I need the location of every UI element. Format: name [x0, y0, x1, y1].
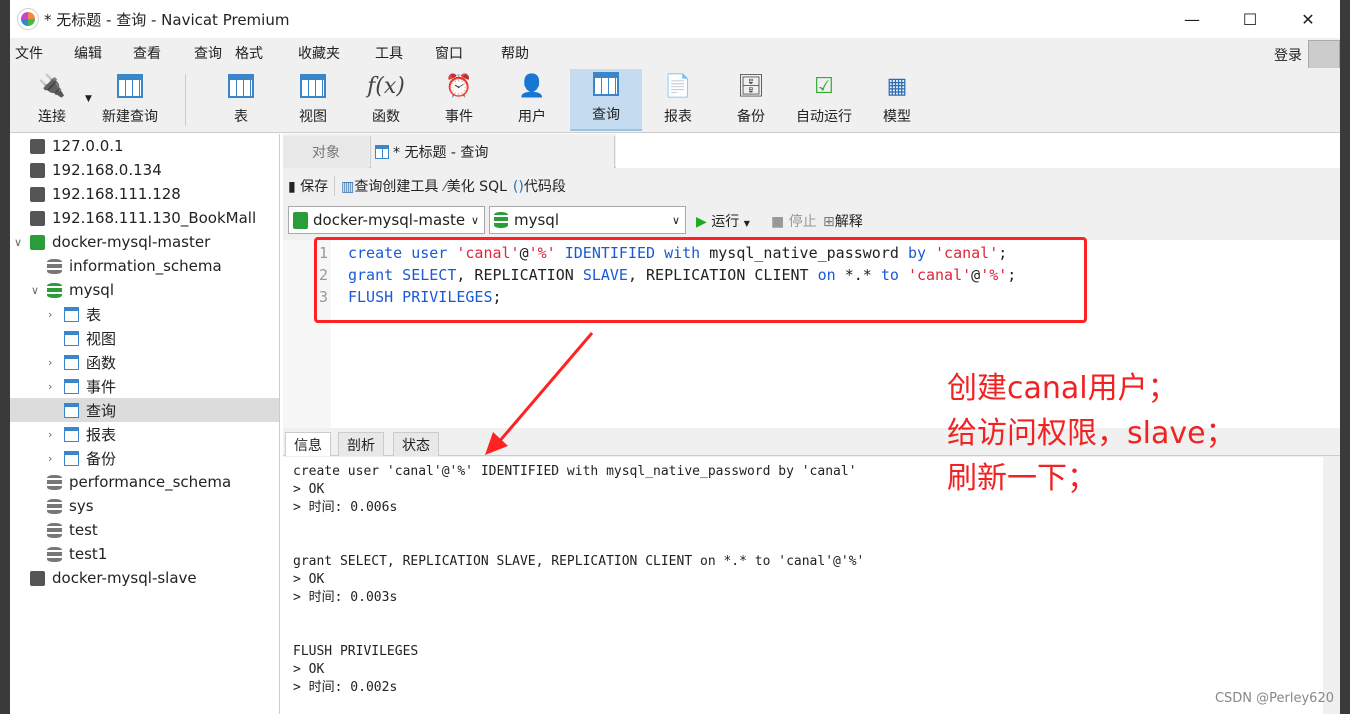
annotation-text: 创建canal用户； 给访问权限，slave； 刷新一下； [947, 366, 1236, 501]
annotation-line: 给访问权限，slave； [947, 416, 1236, 451]
annotation-arrow [485, 332, 594, 455]
annotation-line: 刷新一下； [947, 461, 1097, 496]
annotation-line: 创建canal用户； [947, 371, 1178, 406]
watermark: CSDN @Perley620 [1214, 691, 1334, 706]
navicat-window: * 无标题 - 查询 - Navicat Premium — ☐ ✕ 文件 编辑… [10, 0, 1340, 714]
